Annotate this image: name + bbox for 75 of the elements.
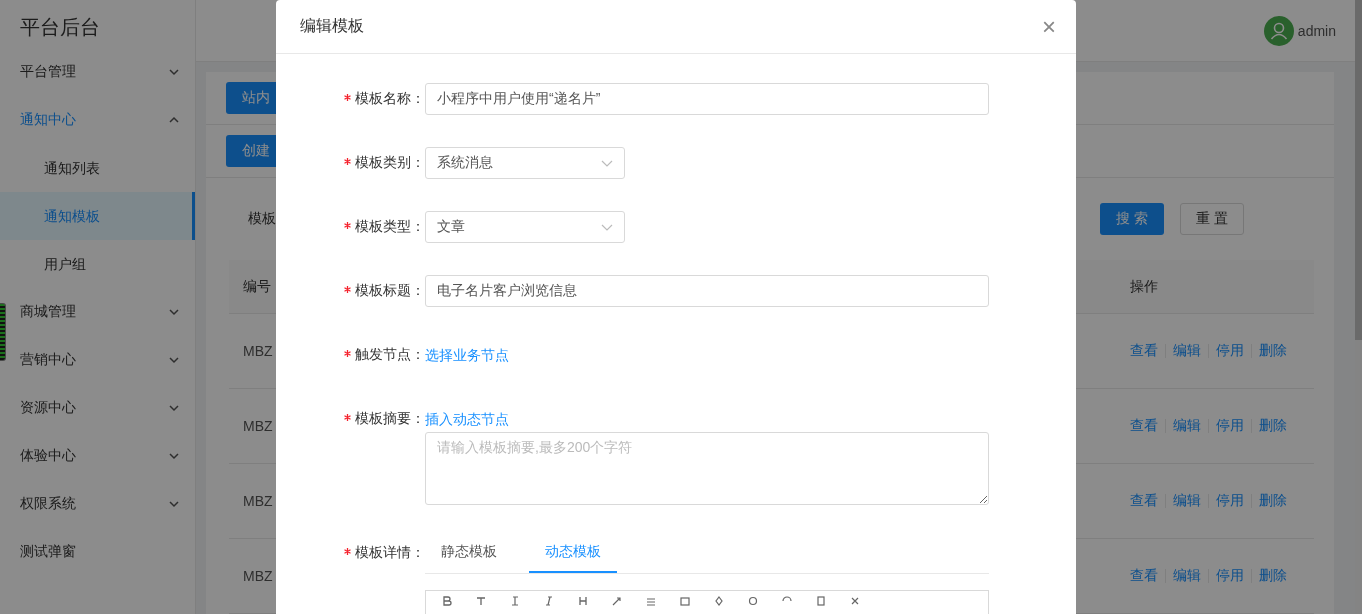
- action-link[interactable]: 查看: [1130, 417, 1158, 435]
- tab[interactable]: 静态模板: [425, 533, 513, 573]
- action-link[interactable]: 停用: [1216, 342, 1244, 360]
- field-label: 模板标题：: [355, 282, 425, 300]
- summary-field[interactable]: 请输入模板摘要,最多200个字符: [425, 432, 989, 505]
- node-link[interactable]: 插入动态节点: [425, 403, 509, 435]
- user-name[interactable]: admin: [1297, 22, 1336, 39]
- action-link[interactable]: 查看: [1130, 492, 1158, 510]
- action-link[interactable]: 停用: [1216, 492, 1244, 510]
- filter-label: 模板: [248, 210, 276, 228]
- menu-item[interactable]: 通知中心: [0, 96, 195, 144]
- app-title: 平台后台: [19, 15, 101, 40]
- toolbar-icon: [612, 596, 622, 606]
- field-label: 模板详情：: [355, 544, 425, 562]
- menu-item[interactable]: 权限系统: [0, 480, 195, 528]
- field-label: 模板类型：: [355, 218, 425, 236]
- action-link[interactable]: 查看: [1130, 567, 1158, 585]
- table-cell: MBZ: [243, 343, 273, 359]
- action-link[interactable]: 删除: [1259, 567, 1287, 585]
- text-field[interactable]: 电子名片客户浏览信息: [425, 275, 989, 307]
- toolbar-icon: [646, 596, 656, 606]
- submenu-item[interactable]: 通知列表: [0, 144, 195, 192]
- column-header: 操作: [1130, 277, 1159, 296]
- menu-item[interactable]: 平台管理: [0, 48, 195, 96]
- level-meter-icon: [0, 303, 6, 361]
- action-link[interactable]: 编辑: [1173, 342, 1201, 360]
- action-link[interactable]: 删除: [1259, 417, 1287, 435]
- submenu-item[interactable]: 用户组: [0, 240, 195, 288]
- chevron-icon: [168, 66, 180, 78]
- menu-item[interactable]: 资源中心: [0, 384, 195, 432]
- table-cell: MBZ: [243, 418, 273, 434]
- chevron-icon: [168, 450, 180, 462]
- action-link[interactable]: 删除: [1259, 342, 1287, 360]
- scrollbar-thumb[interactable]: [1355, 0, 1362, 340]
- toolbar-icon: [510, 596, 520, 606]
- toolbar-icon: [816, 596, 826, 606]
- field-label: 模板摘要：: [355, 410, 425, 428]
- tab[interactable]: 动态模板: [529, 533, 617, 573]
- toolbar-icon: [476, 596, 486, 606]
- field-label: 触发节点：: [355, 346, 425, 364]
- table-cell: MBZ: [243, 493, 273, 509]
- submenu-item[interactable]: 通知模板: [0, 192, 195, 240]
- action-link[interactable]: 删除: [1259, 492, 1287, 510]
- column-header: 编号: [243, 277, 271, 294]
- chevron-icon: [168, 402, 180, 414]
- chevron-icon: [168, 498, 180, 510]
- chevron-icon: [168, 306, 180, 318]
- action-link[interactable]: 编辑: [1173, 417, 1201, 435]
- chevron-icon: [168, 354, 180, 366]
- toolbar-icon: [442, 596, 452, 606]
- toolbar-icon: [544, 596, 554, 606]
- reset-button[interactable]: 重 置: [1180, 203, 1244, 235]
- avatar-icon: [1263, 15, 1294, 46]
- action-link[interactable]: 编辑: [1173, 492, 1201, 510]
- action-link[interactable]: 停用: [1216, 567, 1244, 585]
- select-field[interactable]: 系统消息: [425, 147, 625, 179]
- menu-item[interactable]: 体验中心: [0, 432, 195, 480]
- menu-item[interactable]: 测试弹窗: [0, 528, 195, 576]
- toolbar-icon: [578, 596, 588, 606]
- close-button[interactable]: ×: [1042, 14, 1056, 39]
- search-button[interactable]: 搜 索: [1100, 203, 1164, 235]
- toolbar-icon: [748, 596, 758, 606]
- node-link[interactable]: 选择业务节点: [425, 339, 509, 371]
- toolbar-icon: [714, 596, 724, 606]
- field-label: 模板名称：: [355, 90, 425, 108]
- toolbar-icon: [680, 596, 690, 606]
- field-label: 模板类别：: [355, 154, 425, 172]
- select-field[interactable]: 文章: [425, 211, 625, 243]
- action-link[interactable]: 编辑: [1173, 567, 1201, 585]
- action-link[interactable]: 查看: [1130, 342, 1158, 360]
- action-link[interactable]: 停用: [1216, 417, 1244, 435]
- table-cell: MBZ: [243, 568, 273, 584]
- text-field[interactable]: 小程序中用户使用“递名片”: [425, 83, 989, 115]
- dialog-title: 编辑模板: [300, 16, 364, 36]
- toolbar-icon: [850, 596, 860, 606]
